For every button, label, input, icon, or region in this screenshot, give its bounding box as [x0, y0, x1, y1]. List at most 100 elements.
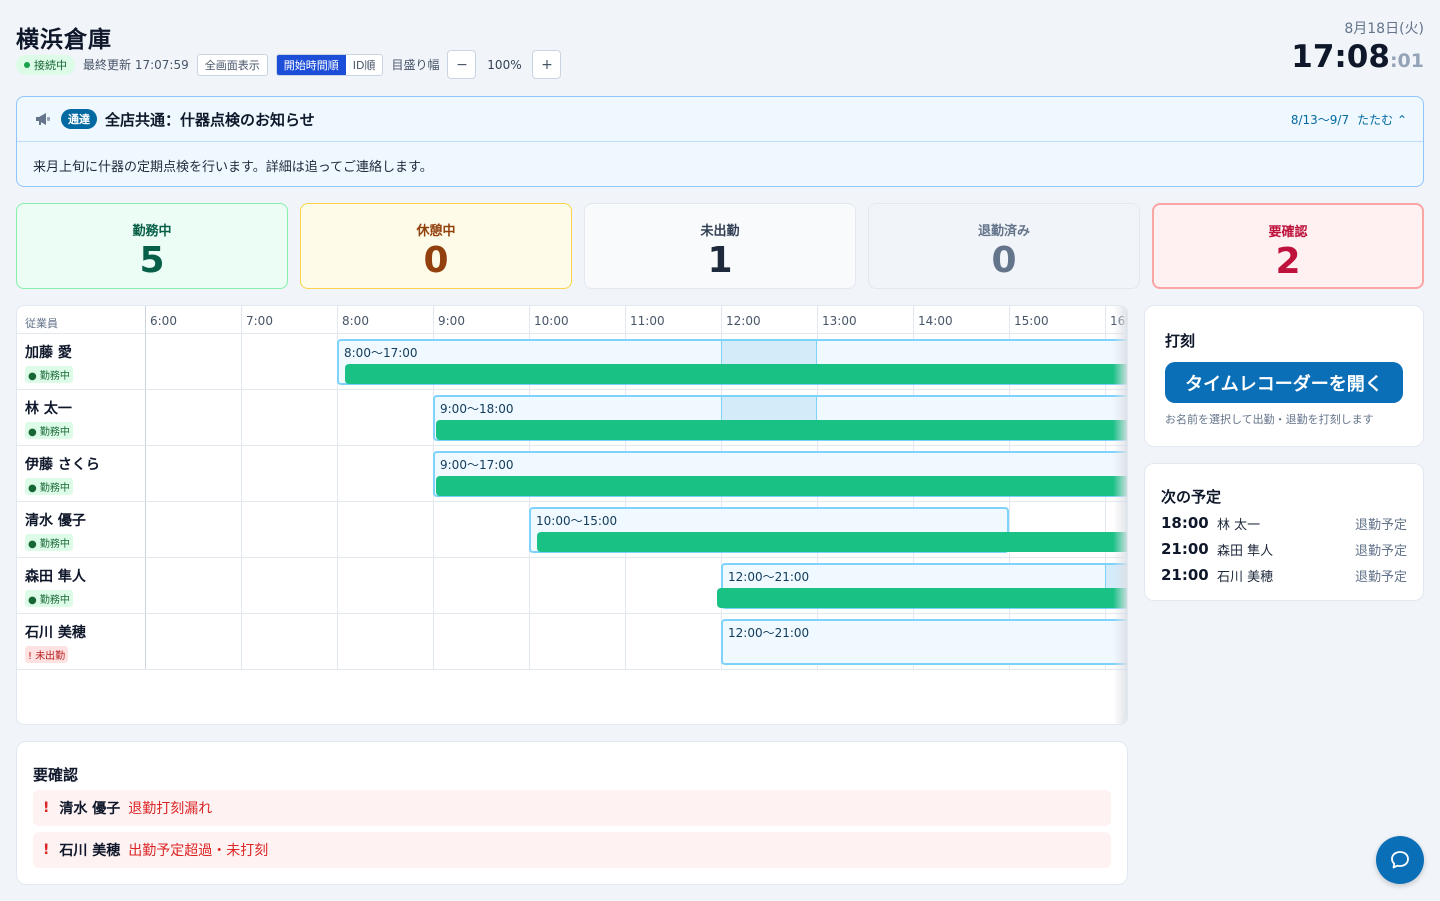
shift-label: 8:00〜17:00 [344, 346, 418, 360]
actual-work-bar [344, 364, 1127, 384]
exclamation-icon: ! [43, 800, 50, 816]
fullscreen-button[interactable]: 全画面表示 [196, 53, 268, 76]
schedule-kind: 退勤予定 [1354, 517, 1407, 533]
sort-start-button[interactable]: 開始時間順 [276, 54, 346, 75]
announcement: 通達 全店共通：什器点検のお知らせ 8/13〜9/7 たたむ ⌃ 来月上旬に什器… [16, 96, 1424, 187]
hour-label: 10:00 [534, 314, 569, 328]
employee-row[interactable]: 森田 隼人 ● 勤務中 12:00〜21:00 [17, 558, 1127, 614]
employee-name: 伊藤 さくら [25, 457, 100, 473]
scroll-fade [1113, 306, 1127, 724]
notice-meta: 8/13〜9/7 たたむ ⌃ [1291, 111, 1407, 128]
stat-label: 勤務中 [132, 224, 172, 239]
notice-collapse-button[interactable]: たたむ ⌃ [1357, 111, 1407, 128]
connection-label: 接続中 [34, 58, 67, 72]
alert-desc: 退勤打刻漏れ [128, 801, 213, 817]
timeline-inner: 従業員 6:00 7:00 8:00 9:00 10:00 11:00 12:00 13:00… [17, 306, 1127, 724]
actual-work-bar [717, 588, 1127, 608]
stat-absent: 未出勤 1 [584, 203, 856, 289]
hour-label: 11:00 [630, 314, 665, 328]
open-time-recorder-button[interactable]: タイムレコーダーを開く [1165, 362, 1403, 403]
zoom-out-button[interactable]: − [447, 50, 477, 79]
stat-break: 休憩中 0 [300, 203, 572, 289]
schedule-time: 21:00 [1161, 566, 1209, 584]
punch-panel: 打刻 タイムレコーダーを開く お名前を選択して出勤・退勤を打刻します [1144, 305, 1424, 447]
schedule-item: 18:00 林 太一 退勤予定 [1161, 513, 1407, 533]
clock-time: 17:08:01 [1291, 40, 1424, 78]
actual-work-bar [436, 420, 1127, 440]
stat-working: 勤務中 5 [16, 203, 288, 289]
schedule-item: 21:00 森田 隼人 退勤予定 [1161, 539, 1407, 559]
schedule-time: 21:00 [1161, 540, 1209, 558]
status-dot-icon [24, 61, 30, 68]
alerts-title: 要確認 [33, 766, 79, 784]
hour-label: 14:00 [918, 314, 953, 328]
actual-work-bar [436, 476, 1127, 496]
shift-block[interactable]: 12:00〜21:00 [721, 619, 1127, 665]
next-schedule-panel: 次の予定 18:00 林 太一 退勤予定 21:00 森田 隼人 退勤予定 21… [1144, 463, 1424, 601]
employee-status-badge: ● 勤務中 [25, 478, 73, 495]
clock: 8月18日(火) 17:08:01 [1291, 18, 1424, 78]
shift-label: 9:00〜17:00 [440, 458, 514, 472]
clock-seconds: :01 [1389, 50, 1424, 72]
hour-label: 6:00 [150, 314, 177, 328]
stat-label: 休憩中 [416, 224, 456, 239]
collapse-label: たたむ [1357, 112, 1394, 127]
employee-row[interactable]: 加藤 愛 ● 勤務中 8:00〜17:00 [17, 334, 1127, 390]
employee-row[interactable]: 清水 優子 ● 勤務中 10:00〜15:00 [17, 502, 1127, 558]
alert-item[interactable]: ! 石川 美穂 出勤予定超過・未打刻 [33, 832, 1111, 868]
schedule-kind: 退勤予定 [1354, 543, 1407, 559]
hour-label: 13:00 [822, 314, 857, 328]
shift-label: 12:00〜21:00 [728, 570, 810, 584]
chat-bubble-icon [1391, 851, 1409, 869]
employee-row[interactable]: 石川 美穂 ! 未出勤 12:00〜21:00 [17, 614, 1127, 670]
connection-badge: 接続中 [16, 54, 75, 75]
clock-hm: 17:08 [1291, 39, 1390, 75]
alerts-panel: 要確認 ! 清水 優子 退勤打刻漏れ ! 石川 美穂 出勤予定超過・未打刻 [16, 741, 1128, 885]
exclamation-icon: ! [43, 842, 50, 858]
alert-item[interactable]: ! 清水 優子 退勤打刻漏れ [33, 790, 1111, 826]
schedule-name: 森田 隼人 [1217, 543, 1274, 559]
stat-value: 0 [991, 240, 1017, 281]
stat-value: 0 [423, 240, 449, 281]
stat-label: 要確認 [1268, 225, 1308, 240]
chat-button[interactable] [1376, 836, 1424, 884]
stat-label: 未出勤 [700, 224, 740, 239]
hour-label: 7:00 [246, 314, 273, 328]
zoom-in-button[interactable]: + [532, 50, 562, 79]
sort-toggle: 開始時間順 ID順 [275, 53, 384, 76]
stat-value: 2 [1275, 241, 1301, 282]
employee-name: 石川 美穂 [25, 625, 86, 641]
stat-left: 退勤済み 0 [868, 203, 1140, 289]
employee-status-badge: ● 勤務中 [25, 422, 73, 439]
employee-status-badge: ● 勤務中 [25, 590, 73, 607]
notice-title: 全店共通：什器点検のお知らせ [105, 110, 315, 129]
shift-label: 12:00〜21:00 [728, 626, 810, 640]
next-title: 次の予定 [1161, 488, 1222, 506]
employee-name: 清水 優子 [25, 513, 86, 529]
hour-label: 9:00 [438, 314, 465, 328]
punch-hint: お名前を選択して出勤・退勤を打刻します [1165, 413, 1374, 426]
sort-id-button[interactable]: ID順 [346, 55, 383, 75]
header: 横浜倉庫 接続中 最終更新 17:07:59 全画面表示 開始時間順 ID順 目… [16, 18, 1424, 84]
megaphone-icon [36, 113, 50, 125]
hour-label: 8:00 [342, 314, 369, 328]
scale-label: 目盛り幅 [391, 58, 440, 72]
shift-timeline[interactable]: 従業員 6:00 7:00 8:00 9:00 10:00 11:00 12:00 13:00… [16, 305, 1128, 725]
employee-status-badge: ● 勤務中 [25, 366, 73, 383]
alert-name: 清水 優子 [59, 801, 121, 817]
hour-label: 12:00 [726, 314, 761, 328]
timeline-header: 従業員 [17, 306, 1127, 334]
employee-name: 林 太一 [25, 401, 72, 417]
actual-work-bar [536, 532, 1127, 552]
notice-tag: 通達 [61, 109, 97, 129]
schedule-time: 18:00 [1161, 514, 1209, 532]
employee-status-badge: ● 勤務中 [25, 534, 73, 551]
employee-row[interactable]: 伊藤 さくら ● 勤務中 9:00〜17:00 [17, 446, 1127, 502]
employee-column-header: 従業員 [25, 317, 58, 330]
announcement-header: 通達 全店共通：什器点検のお知らせ 8/13〜9/7 たたむ ⌃ [17, 97, 1423, 142]
shift-label: 9:00〜18:00 [440, 402, 514, 416]
alert-desc: 出勤予定超過・未打刻 [128, 843, 269, 859]
page-title: 横浜倉庫 [16, 27, 112, 53]
notice-period: 8/13〜9/7 [1290, 112, 1350, 127]
employee-row[interactable]: 林 太一 ● 勤務中 9:00〜18:00 [17, 390, 1127, 446]
